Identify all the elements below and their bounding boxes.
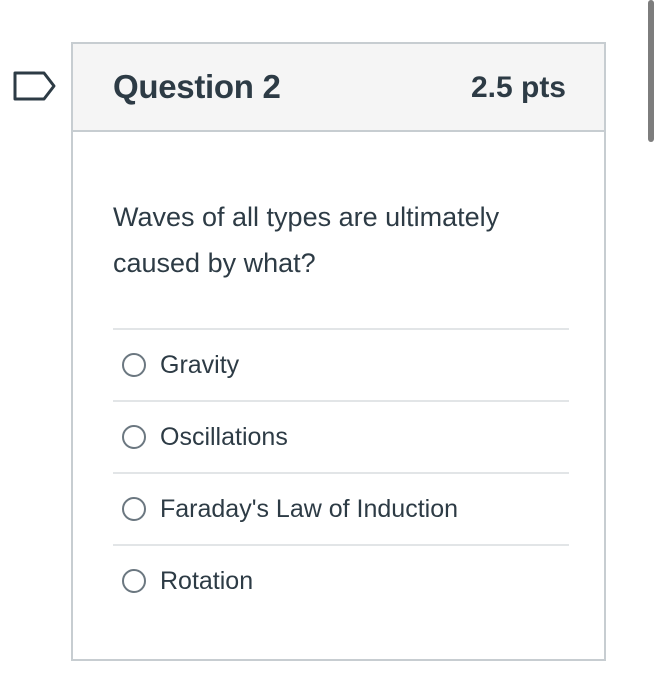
question-card: Question 2 2.5 pts Waves of all types ar…	[71, 42, 606, 661]
answer-option-rotation[interactable]: Rotation	[113, 544, 569, 616]
question-title: Question 2	[113, 68, 281, 105]
answer-option-gravity[interactable]: Gravity	[113, 328, 569, 400]
answer-option-oscillations[interactable]: Oscillations	[113, 400, 569, 472]
answer-label: Oscillations	[160, 422, 288, 451]
answer-label: Rotation	[160, 566, 254, 595]
answer-list: Gravity Oscillations Faraday's Law of In…	[113, 328, 569, 616]
radio-button[interactable]	[122, 353, 146, 377]
question-points: 2.5 pts	[470, 71, 566, 104]
question-header: Question 2 2.5 pts	[73, 44, 604, 132]
answer-label: Faraday's Law of Induction	[160, 494, 458, 523]
radio-button[interactable]	[122, 425, 146, 449]
radio-button[interactable]	[122, 497, 146, 521]
radio-button[interactable]	[122, 569, 146, 593]
flag-question-icon[interactable]	[12, 70, 58, 102]
scrollbar-thumb[interactable]	[648, 0, 654, 142]
answer-option-faradays-law[interactable]: Faraday's Law of Induction	[113, 472, 569, 544]
answer-label: Gravity	[160, 350, 240, 379]
question-text: Waves of all types are ultimately caused…	[113, 202, 500, 278]
